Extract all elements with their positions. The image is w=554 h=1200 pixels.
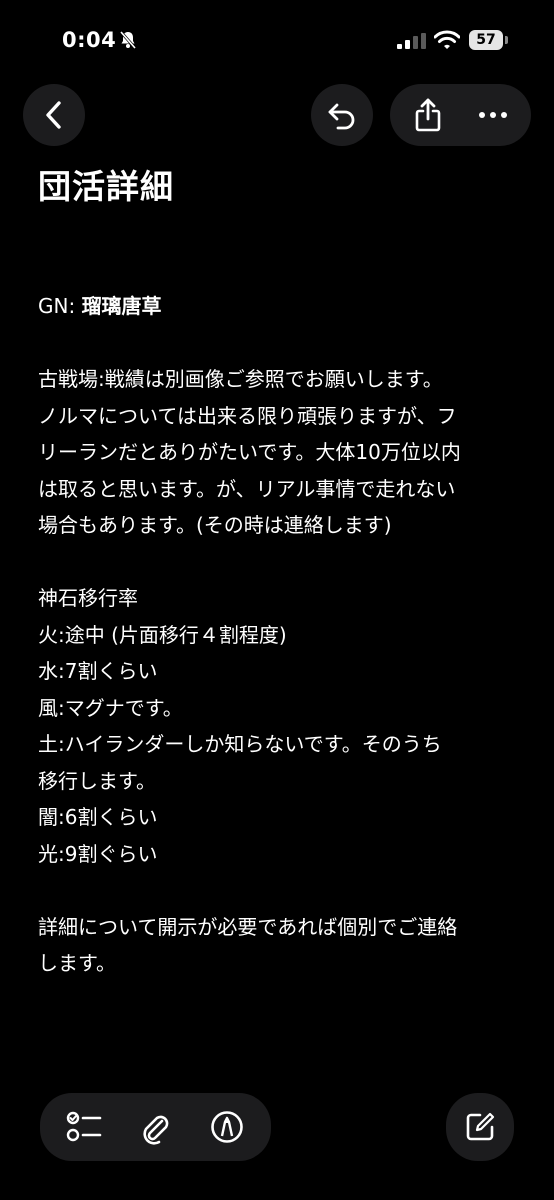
pen-circle-icon [211, 1111, 243, 1143]
status-time: 0:04 [62, 28, 117, 52]
body-line: 詳細について開示が必要であれば個別でご連絡 [38, 914, 458, 939]
more-button[interactable] [473, 95, 513, 135]
body-line: は取ると思います。が、リアル事情で走れない [38, 476, 456, 501]
undo-button[interactable] [311, 84, 373, 146]
ellipsis-icon [478, 112, 507, 118]
back-button[interactable] [23, 84, 85, 146]
compose-button[interactable] [446, 1093, 514, 1161]
battery-level: 57 [476, 32, 496, 48]
paperclip-icon [143, 1115, 169, 1145]
body-line: ノルマについては出来る限り頑張りますが、フ [38, 403, 457, 428]
note-body[interactable]: GN: 瑠璃唐草 古戦場:戦績は別画像ご参照でお願いします。 ノルマについては出… [38, 288, 522, 982]
body-line: 土:ハイランダーしか知らないです。そのうち [38, 732, 442, 756]
checklist-icon [66, 1111, 102, 1142]
attach-button[interactable] [131, 1103, 179, 1151]
wifi-icon [434, 30, 460, 49]
body-line: 風:マグナです。 [38, 695, 183, 720]
note-title[interactable]: 団活詳細 [38, 160, 174, 208]
chevron-left-icon [46, 101, 61, 129]
gn-value: 瑠璃唐草 [81, 294, 162, 318]
bottom-toolbar [40, 1093, 271, 1161]
body-line: 移行します。 [38, 768, 156, 793]
body-line: 場合もあります。(その時は連絡します) [38, 513, 392, 537]
battery-indicator: 57 [469, 30, 503, 50]
gn-label: GN: [38, 294, 82, 318]
battery-tip [505, 36, 508, 44]
body-line: 闇:6割くらい [38, 805, 158, 829]
compose-icon [466, 1112, 495, 1141]
body-line: 水:7割くらい [38, 659, 158, 683]
body-line: 火:途中 (片面移行４割程度) [38, 622, 287, 647]
markup-button[interactable] [203, 1103, 251, 1151]
body-line: します。 [38, 951, 116, 975]
gn-line: GN: 瑠璃唐草 [38, 288, 522, 325]
share-icon [415, 98, 441, 132]
body-line: 古戦場:戦績は別画像ご参照でお願いします。 [38, 367, 443, 391]
toolbar-actions [390, 84, 531, 146]
body-line: リーランだとありがたいです。大体10万位以内 [38, 440, 461, 464]
checklist-button[interactable] [60, 1103, 108, 1151]
share-button[interactable] [408, 95, 448, 135]
undo-icon [328, 103, 355, 130]
bell-slash-icon [119, 31, 137, 49]
body-line: 光:9割ぐらい [38, 841, 158, 866]
signal-icon [397, 33, 426, 49]
body-line: 神石移行率 [38, 586, 138, 610]
